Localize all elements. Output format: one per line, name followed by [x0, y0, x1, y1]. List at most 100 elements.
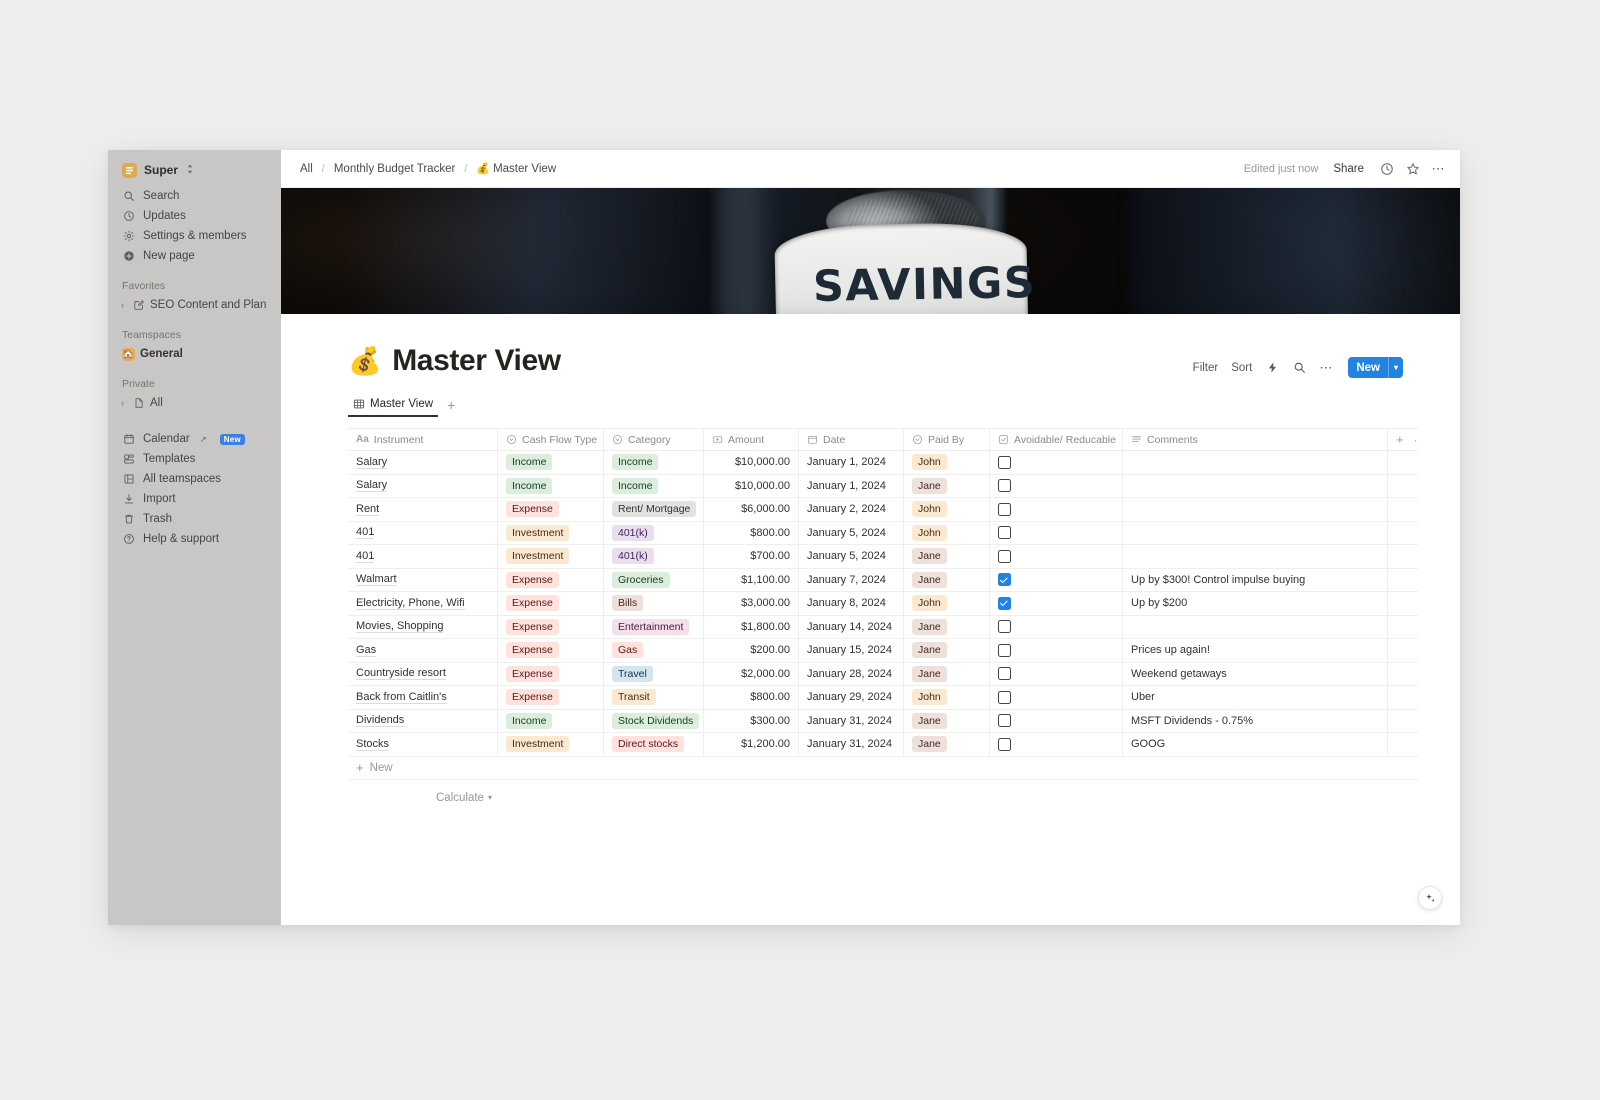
ai-assistant-button[interactable]	[1418, 886, 1442, 910]
cell-instrument[interactable]: Gas	[348, 639, 498, 662]
column-header-date[interactable]: Date	[799, 429, 904, 450]
cell-category[interactable]: Direct stocks	[604, 733, 704, 756]
table-row[interactable]: Salary Income Income $10,000.00 January …	[348, 451, 1418, 475]
cell-comments[interactable]	[1123, 521, 1388, 544]
cell-paid-by[interactable]: Jane	[904, 474, 990, 497]
cell-amount[interactable]: $10,000.00	[704, 451, 799, 474]
chevron-right-icon[interactable]: ›	[118, 398, 127, 408]
cell-avoidable[interactable]	[990, 686, 1123, 709]
table-row[interactable]: Stocks Investment Direct stocks $1,200.0…	[348, 733, 1418, 757]
cell-category[interactable]: Gas	[604, 639, 704, 662]
cell-category[interactable]: Income	[604, 451, 704, 474]
cell-category[interactable]: Groceries	[604, 568, 704, 591]
sort-button[interactable]: Sort	[1231, 362, 1252, 374]
cell-amount[interactable]: $6,000.00	[704, 498, 799, 521]
cell-amount[interactable]: $700.00	[704, 545, 799, 568]
cell-date[interactable]: January 7, 2024	[799, 568, 904, 591]
add-row-button[interactable]: + New	[348, 757, 1418, 780]
cell-cash-flow-type[interactable]: Expense	[498, 592, 604, 615]
cell-date[interactable]: January 31, 2024	[799, 733, 904, 756]
cell-amount[interactable]: $300.00	[704, 709, 799, 732]
cell-date[interactable]: January 1, 2024	[799, 474, 904, 497]
cell-paid-by[interactable]: John	[904, 592, 990, 615]
cell-amount[interactable]: $1,100.00	[704, 568, 799, 591]
cell-date[interactable]: January 28, 2024	[799, 662, 904, 685]
cell-category[interactable]: 401(k)	[604, 545, 704, 568]
cell-cash-flow-type[interactable]: Expense	[498, 498, 604, 521]
checkbox[interactable]	[998, 690, 1011, 704]
more-icon[interactable]: ···	[1414, 433, 1418, 447]
cell-comments[interactable]	[1123, 451, 1388, 474]
cell-comments[interactable]: Weekend getaways	[1123, 662, 1388, 685]
cell-instrument[interactable]: Electricity, Phone, Wifi	[348, 592, 498, 615]
cell-date[interactable]: January 29, 2024	[799, 686, 904, 709]
cell-date[interactable]: January 5, 2024	[799, 521, 904, 544]
cell-paid-by[interactable]: Jane	[904, 733, 990, 756]
workspace-switcher[interactable]: Super	[108, 158, 281, 182]
cell-avoidable[interactable]	[990, 474, 1123, 497]
cell-date[interactable]: January 2, 2024	[799, 498, 904, 521]
cell-avoidable[interactable]	[990, 568, 1123, 591]
checkbox[interactable]	[998, 596, 1011, 610]
cell-comments[interactable]	[1123, 545, 1388, 568]
cell-paid-by[interactable]: Jane	[904, 662, 990, 685]
checkbox[interactable]	[998, 737, 1011, 751]
cell-cash-flow-type[interactable]: Expense	[498, 662, 604, 685]
sidebar-item-templates[interactable]: Templates	[108, 449, 281, 469]
sidebar-item-settings[interactable]: Settings & members	[108, 226, 281, 246]
cell-cash-flow-type[interactable]: Income	[498, 474, 604, 497]
sidebar-item-help-support[interactable]: Help & support	[108, 529, 281, 549]
cell-comments[interactable]: MSFT Dividends - 0.75%	[1123, 709, 1388, 732]
column-header-paid-by[interactable]: Paid By	[904, 429, 990, 450]
checkbox[interactable]	[998, 573, 1011, 587]
calculate-button[interactable]: Calculate ▾	[436, 792, 492, 804]
new-record-button[interactable]: New ▾	[1348, 357, 1403, 378]
table-row[interactable]: 401 Investment 401(k) $800.00 January 5,…	[348, 521, 1418, 545]
checkbox[interactable]	[998, 620, 1011, 634]
table-row[interactable]: Gas Expense Gas $200.00 January 15, 2024…	[348, 639, 1418, 663]
table-row[interactable]: Electricity, Phone, Wifi Expense Bills $…	[348, 592, 1418, 616]
cell-avoidable[interactable]	[990, 498, 1123, 521]
sidebar-item-trash[interactable]: Trash	[108, 509, 281, 529]
breadcrumb-item-monthly-budget-tracker[interactable]: Monthly Budget Tracker	[331, 162, 458, 176]
clock-icon[interactable]	[1379, 161, 1394, 176]
cell-cash-flow-type[interactable]: Expense	[498, 639, 604, 662]
lightning-icon[interactable]	[1265, 361, 1279, 375]
cell-paid-by[interactable]: Jane	[904, 568, 990, 591]
cell-cash-flow-type[interactable]: Investment	[498, 733, 604, 756]
cell-comments[interactable]	[1123, 615, 1388, 638]
cell-amount[interactable]: $1,200.00	[704, 733, 799, 756]
cell-date[interactable]: January 31, 2024	[799, 709, 904, 732]
sidebar-item-search[interactable]: Search	[108, 186, 281, 206]
breadcrumb-item-master-view[interactable]: 💰 Master View	[473, 161, 559, 176]
column-header-cash-flow-type[interactable]: Cash Flow Type	[498, 429, 604, 450]
cell-category[interactable]: Entertainment	[604, 615, 704, 638]
cell-instrument[interactable]: 401	[348, 521, 498, 544]
column-header-comments[interactable]: Comments	[1123, 429, 1388, 450]
cell-avoidable[interactable]	[990, 733, 1123, 756]
cell-avoidable[interactable]	[990, 592, 1123, 615]
cell-avoidable[interactable]	[990, 639, 1123, 662]
more-icon[interactable]: ⋯	[1431, 161, 1446, 176]
checkbox[interactable]	[998, 526, 1011, 540]
checkbox[interactable]	[998, 479, 1011, 493]
checkbox[interactable]	[998, 643, 1011, 657]
add-column-button[interactable]: +	[1396, 432, 1404, 447]
cell-amount[interactable]: $3,000.00	[704, 592, 799, 615]
cell-cash-flow-type[interactable]: Income	[498, 451, 604, 474]
cell-category[interactable]: Stock Dividends	[604, 709, 704, 732]
column-header-amount[interactable]: Amount	[704, 429, 799, 450]
cell-category[interactable]: Bills	[604, 592, 704, 615]
sidebar-item-calendar[interactable]: Calendar ↗ New	[108, 429, 281, 449]
cell-paid-by[interactable]: Jane	[904, 545, 990, 568]
cell-paid-by[interactable]: John	[904, 686, 990, 709]
sidebar-item-updates[interactable]: Updates	[108, 206, 281, 226]
sidebar-item-seo-content-and-plan[interactable]: › SEO Content and Plan	[108, 295, 281, 315]
cell-comments[interactable]: Uber	[1123, 686, 1388, 709]
cell-comments[interactable]: Up by $300! Control impulse buying	[1123, 568, 1388, 591]
checkbox[interactable]	[998, 714, 1011, 728]
cell-amount[interactable]: $200.00	[704, 639, 799, 662]
cell-instrument[interactable]: Dividends	[348, 709, 498, 732]
cell-date[interactable]: January 15, 2024	[799, 639, 904, 662]
cell-date[interactable]: January 5, 2024	[799, 545, 904, 568]
